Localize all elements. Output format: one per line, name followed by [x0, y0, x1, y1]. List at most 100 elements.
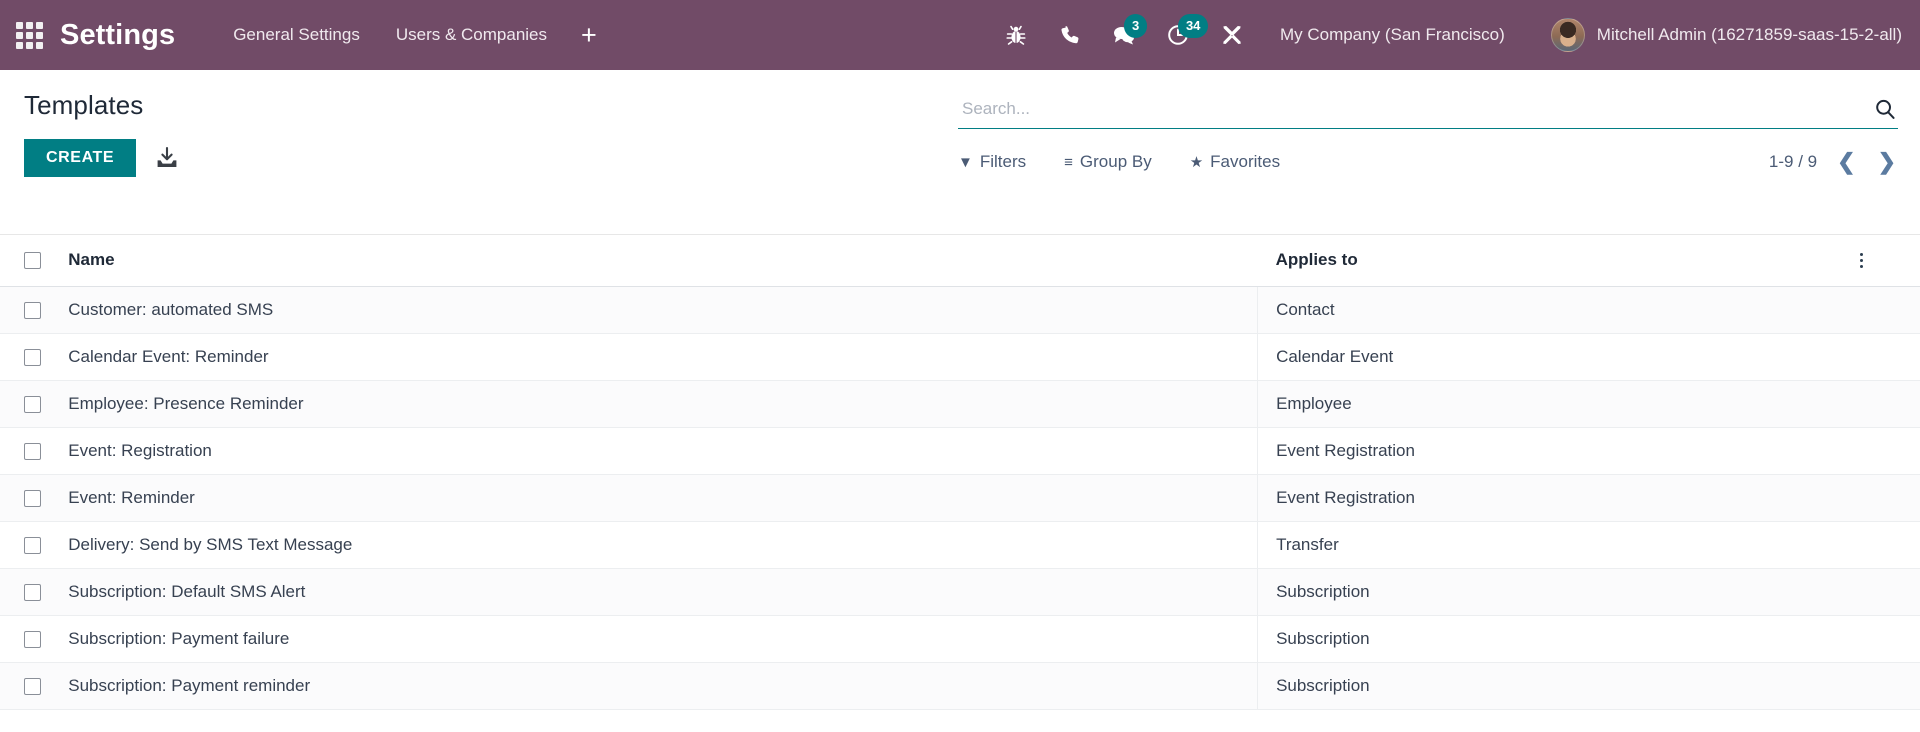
- user-menu-label: Mitchell Admin (16271859-saas-15-2-all): [1597, 25, 1902, 45]
- cell-name[interactable]: Employee: Presence Reminder: [68, 381, 1257, 428]
- cell-applies-to[interactable]: Employee: [1258, 381, 1860, 428]
- user-avatar: [1551, 18, 1585, 52]
- cell-name[interactable]: Calendar Event: Reminder: [68, 334, 1257, 381]
- pager-count: 1-9 / 9: [1769, 152, 1817, 172]
- import-icon[interactable]: [154, 145, 180, 171]
- control-panel-left: Templates CREATE: [18, 70, 958, 177]
- create-button[interactable]: CREATE: [24, 139, 136, 177]
- group-by-label: Group By: [1080, 152, 1152, 172]
- table-row[interactable]: Delivery: Send by SMS Text MessageTransf…: [0, 522, 1920, 569]
- nav-item-general-settings[interactable]: General Settings: [215, 15, 378, 55]
- search-bar[interactable]: [958, 94, 1898, 129]
- cell-name[interactable]: Event: Reminder: [68, 475, 1257, 522]
- row-spacer-cell: [1860, 569, 1920, 616]
- systray-icons: 3 34: [1004, 22, 1244, 48]
- navbar-menu: General Settings Users & Companies +: [215, 15, 613, 55]
- row-checkbox[interactable]: [24, 584, 41, 601]
- row-spacer-cell: [1860, 475, 1920, 522]
- row-checkbox[interactable]: [24, 302, 41, 319]
- cell-applies-to[interactable]: Subscription: [1258, 616, 1860, 663]
- table-row[interactable]: Subscription: Default SMS AlertSubscript…: [0, 569, 1920, 616]
- apps-grid-icon[interactable]: [14, 20, 44, 50]
- row-select-cell: [0, 334, 68, 381]
- table-row[interactable]: Subscription: Payment reminderSubscripti…: [0, 663, 1920, 710]
- row-checkbox[interactable]: [24, 631, 41, 648]
- search-input[interactable]: [960, 99, 1864, 119]
- control-panel-right: ▼ Filters ≡ Group By ★ Favorites 1-9 / 9…: [958, 70, 1902, 173]
- row-select-cell: [0, 475, 68, 522]
- cell-applies-to[interactable]: Subscription: [1258, 663, 1860, 710]
- cell-name[interactable]: Event: Registration: [68, 428, 1257, 475]
- templates-table: Name Applies to Customer: automated SMSC…: [0, 235, 1920, 710]
- nav-item-users-companies[interactable]: Users & Companies: [378, 15, 565, 55]
- column-header-applies-to[interactable]: Applies to: [1258, 235, 1860, 287]
- row-checkbox[interactable]: [24, 678, 41, 695]
- row-select-cell: [0, 569, 68, 616]
- row-spacer-cell: [1860, 663, 1920, 710]
- row-checkbox[interactable]: [24, 396, 41, 413]
- cell-name[interactable]: Delivery: Send by SMS Text Message: [68, 522, 1257, 569]
- select-all-header: [0, 235, 68, 287]
- pager-previous-button[interactable]: ❮: [1835, 151, 1857, 173]
- row-checkbox[interactable]: [24, 537, 41, 554]
- row-select-cell: [0, 287, 68, 334]
- cell-applies-to[interactable]: Calendar Event: [1258, 334, 1860, 381]
- cell-name[interactable]: Subscription: Payment reminder: [68, 663, 1257, 710]
- row-checkbox[interactable]: [24, 490, 41, 507]
- cell-name[interactable]: Subscription: Default SMS Alert: [68, 569, 1257, 616]
- bug-icon[interactable]: [1004, 22, 1028, 48]
- row-checkbox[interactable]: [24, 443, 41, 460]
- top-navbar: Settings General Settings Users & Compan…: [0, 0, 1920, 70]
- table-row[interactable]: Event: RegistrationEvent Registration: [0, 428, 1920, 475]
- table-row[interactable]: Subscription: Payment failureSubscriptio…: [0, 616, 1920, 663]
- favorites-button[interactable]: ★ Favorites: [1190, 152, 1280, 172]
- row-select-cell: [0, 616, 68, 663]
- messages-icon[interactable]: 3: [1112, 22, 1136, 48]
- cell-applies-to[interactable]: Subscription: [1258, 569, 1860, 616]
- activity-badge: 34: [1178, 14, 1208, 38]
- filter-icon: ▼: [958, 155, 973, 170]
- vertical-dots-icon[interactable]: [1860, 253, 1863, 268]
- table-header-row: Name Applies to: [0, 235, 1920, 287]
- activity-icon[interactable]: 34: [1166, 22, 1190, 48]
- column-header-name[interactable]: Name: [68, 235, 1257, 287]
- star-icon: ★: [1190, 155, 1203, 170]
- row-spacer-cell: [1860, 616, 1920, 663]
- row-spacer-cell: [1860, 381, 1920, 428]
- pager: 1-9 / 9 ❮ ❯: [1769, 151, 1898, 173]
- cell-applies-to[interactable]: Event Registration: [1258, 475, 1860, 522]
- user-menu[interactable]: Mitchell Admin (16271859-saas-15-2-all): [1551, 18, 1902, 52]
- filter-row: ▼ Filters ≡ Group By ★ Favorites 1-9 / 9…: [958, 151, 1898, 173]
- cell-applies-to[interactable]: Contact: [1258, 287, 1860, 334]
- table-row[interactable]: Employee: Presence ReminderEmployee: [0, 381, 1920, 428]
- page-title: Templates: [24, 90, 958, 121]
- favorites-label: Favorites: [1210, 152, 1280, 172]
- table-row[interactable]: Calendar Event: ReminderCalendar Event: [0, 334, 1920, 381]
- optional-columns-header: [1860, 235, 1920, 287]
- pager-next-button[interactable]: ❯: [1876, 151, 1898, 173]
- table-header: Name Applies to: [0, 235, 1920, 287]
- group-by-icon: ≡: [1064, 155, 1073, 170]
- table-row[interactable]: Customer: automated SMSContact: [0, 287, 1920, 334]
- search-icon[interactable]: [1864, 98, 1896, 120]
- control-panel: Templates CREATE: [0, 70, 1920, 235]
- app-brand-title[interactable]: Settings: [60, 19, 175, 52]
- cell-name[interactable]: Subscription: Payment failure: [68, 616, 1257, 663]
- cell-applies-to[interactable]: Event Registration: [1258, 428, 1860, 475]
- phone-icon[interactable]: [1058, 22, 1082, 48]
- tools-icon[interactable]: [1220, 22, 1244, 48]
- select-all-checkbox[interactable]: [24, 252, 41, 269]
- cell-name[interactable]: Customer: automated SMS: [68, 287, 1257, 334]
- company-selector[interactable]: My Company (San Francisco): [1280, 25, 1505, 45]
- list-view: Name Applies to Customer: automated SMSC…: [0, 235, 1920, 710]
- filters-button[interactable]: ▼ Filters: [958, 152, 1026, 172]
- row-spacer-cell: [1860, 334, 1920, 381]
- row-checkbox[interactable]: [24, 349, 41, 366]
- row-spacer-cell: [1860, 522, 1920, 569]
- table-row[interactable]: Event: ReminderEvent Registration: [0, 475, 1920, 522]
- row-select-cell: [0, 522, 68, 569]
- group-by-button[interactable]: ≡ Group By: [1064, 152, 1152, 172]
- cell-applies-to[interactable]: Transfer: [1258, 522, 1860, 569]
- nav-add-button[interactable]: +: [565, 18, 613, 53]
- table-body: Customer: automated SMSContactCalendar E…: [0, 287, 1920, 710]
